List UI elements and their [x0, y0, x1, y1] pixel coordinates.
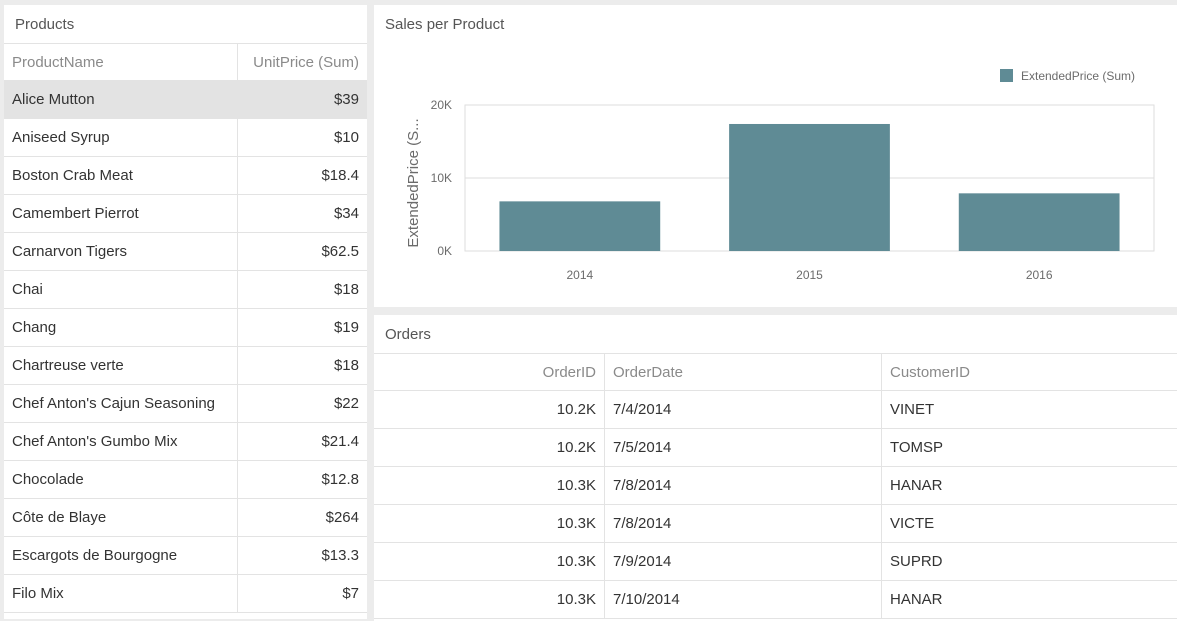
unit-price-cell: $13.3	[237, 537, 367, 574]
order-id-cell: 10.3K	[556, 591, 596, 608]
table-row[interactable]: Alice Mutton $39	[4, 81, 367, 119]
table-row[interactable]: Chef Anton's Cajun Seasoning $22	[4, 385, 367, 423]
legend-swatch	[1000, 69, 1013, 82]
bar[interactable]	[499, 201, 661, 251]
unit-price-cell: $18	[237, 271, 367, 308]
unit-price-cell: $21.4	[237, 423, 367, 460]
product-name-cell: Chang	[12, 319, 57, 336]
chart-panel: Sales per Product ExtendedPrice (Sum) Ex…	[374, 5, 1177, 307]
order-date-cell: 7/8/2014	[604, 505, 881, 542]
unit-price-cell: $264	[237, 499, 367, 536]
orders-grid: OrderID OrderDate CustomerID 10.2K 7/4/20…	[374, 353, 1177, 619]
unit-price-cell: $18	[237, 347, 367, 384]
order-id-cell: 10.2K	[556, 439, 596, 456]
column-header-productname[interactable]: ProductName	[4, 44, 237, 80]
products-grid-header: ProductName UnitPrice (Sum)	[4, 43, 367, 81]
product-name-cell: Chai	[12, 281, 43, 298]
customer-id-cell: TOMSP	[881, 429, 1177, 466]
y-tick-label: 20K	[431, 98, 452, 112]
unit-price-cell: $19	[237, 309, 367, 346]
column-header-unitprice[interactable]: UnitPrice (Sum)	[237, 44, 367, 80]
customer-id-cell: SUPRD	[881, 543, 1177, 580]
order-id-cell: 10.3K	[556, 515, 596, 532]
customer-id-cell: VINET	[881, 391, 1177, 428]
column-header-orderid[interactable]: OrderID	[374, 354, 604, 390]
unit-price-cell: $7	[237, 575, 367, 612]
product-name-cell: Chartreuse verte	[12, 357, 124, 374]
order-id-cell: 10.3K	[556, 553, 596, 570]
unit-price-cell: $22	[237, 385, 367, 422]
table-row[interactable]: Camembert Pierrot $34	[4, 195, 367, 233]
table-row[interactable]: Escargots de Bourgogne $13.3	[4, 537, 367, 575]
products-rows: Alice Mutton $39 Aniseed Syrup $10 Boston Cr…	[4, 81, 367, 613]
product-name-cell: Filo Mix	[12, 585, 64, 602]
product-name-cell: Chef Anton's Cajun Seasoning	[12, 395, 216, 412]
table-row[interactable]: 10.2K 7/4/2014 VINET	[374, 391, 1177, 429]
order-date-cell: 7/8/2014	[604, 467, 881, 504]
order-date-cell: 7/5/2014	[604, 429, 881, 466]
unit-price-cell: $34	[237, 195, 367, 232]
orders-grid-header: OrderID OrderDate CustomerID	[374, 353, 1177, 391]
table-row[interactable]: Chocolade $12.8	[4, 461, 367, 499]
orders-panel-title: Orders	[385, 326, 431, 343]
product-name-cell: Boston Crab Meat	[12, 167, 133, 184]
unit-price-cell: $10	[237, 119, 367, 156]
product-name-cell: Escargots de Bourgogne	[12, 547, 178, 564]
products-grid: ProductName UnitPrice (Sum) Alice Mutton…	[4, 43, 367, 613]
y-axis-title: ExtendedPrice (S...	[405, 118, 422, 247]
product-name-cell: Alice Mutton	[12, 91, 95, 108]
table-row[interactable]: Aniseed Syrup $10	[4, 119, 367, 157]
orders-rows: 10.2K 7/4/2014 VINET 10.2K 7/5/2014 TOMSP 10.3…	[374, 391, 1177, 619]
x-tick-label: 2014	[566, 268, 593, 282]
bar[interactable]	[958, 193, 1120, 251]
product-name-cell: Côte de Blaye	[12, 509, 107, 526]
product-name-cell: Chef Anton's Gumbo Mix	[12, 433, 178, 450]
y-tick-label: 10K	[431, 171, 452, 185]
chart-legend[interactable]: ExtendedPrice (Sum)	[1000, 69, 1135, 83]
customer-id-cell: HANAR	[881, 467, 1177, 504]
legend-label: ExtendedPrice (Sum)	[1021, 69, 1135, 83]
x-tick-label: 2016	[1026, 268, 1053, 282]
order-id-cell: 10.3K	[556, 477, 596, 494]
products-panel: Products ProductName UnitPrice (Sum) Ali…	[4, 5, 367, 619]
product-name-cell: Chocolade	[12, 471, 84, 488]
column-header-customerid[interactable]: CustomerID	[881, 354, 1177, 390]
table-row[interactable]: 10.3K 7/9/2014 SUPRD	[374, 543, 1177, 581]
table-row[interactable]: Chef Anton's Gumbo Mix $21.4	[4, 423, 367, 461]
customer-id-cell: VICTE	[881, 505, 1177, 542]
table-row[interactable]: Carnarvon Tigers $62.5	[4, 233, 367, 271]
table-row[interactable]: 10.2K 7/5/2014 TOMSP	[374, 429, 1177, 467]
table-row[interactable]: 10.3K 7/8/2014 HANAR	[374, 467, 1177, 505]
table-row[interactable]: Chartreuse verte $18	[4, 347, 367, 385]
product-name-cell: Aniseed Syrup	[12, 129, 110, 146]
table-row[interactable]: 10.3K 7/10/2014 HANAR	[374, 581, 1177, 619]
order-date-cell: 7/4/2014	[604, 391, 881, 428]
orders-panel: Orders OrderID OrderDate CustomerID 10.2…	[374, 315, 1177, 621]
plot-area: 0K 10K 20K 2014 2015 2016	[431, 98, 1155, 282]
table-row[interactable]: Côte de Blaye $264	[4, 499, 367, 537]
order-date-cell: 7/10/2014	[604, 581, 881, 618]
x-tick-label: 2015	[796, 268, 823, 282]
table-row[interactable]: 10.3K 7/8/2014 VICTE	[374, 505, 1177, 543]
customer-id-cell: HANAR	[881, 581, 1177, 618]
unit-price-cell: $39	[237, 81, 367, 118]
unit-price-cell: $12.8	[237, 461, 367, 498]
table-row[interactable]: Boston Crab Meat $18.4	[4, 157, 367, 195]
products-panel-title: Products	[15, 16, 75, 33]
table-row[interactable]: Chai $18	[4, 271, 367, 309]
unit-price-cell: $18.4	[237, 157, 367, 194]
bar[interactable]	[729, 123, 890, 251]
product-name-cell: Camembert Pierrot	[12, 205, 139, 222]
column-header-orderdate[interactable]: OrderDate	[604, 354, 881, 390]
product-name-cell: Carnarvon Tigers	[12, 243, 128, 260]
table-row[interactable]: Filo Mix $7	[4, 575, 367, 613]
table-row[interactable]: Chang $19	[4, 309, 367, 347]
order-date-cell: 7/9/2014	[604, 543, 881, 580]
sales-bar-chart: ExtendedPrice (Sum) ExtendedPrice (S... …	[405, 69, 1155, 282]
y-tick-label: 0K	[437, 244, 452, 258]
order-id-cell: 10.2K	[556, 401, 596, 418]
unit-price-cell: $62.5	[237, 233, 367, 270]
